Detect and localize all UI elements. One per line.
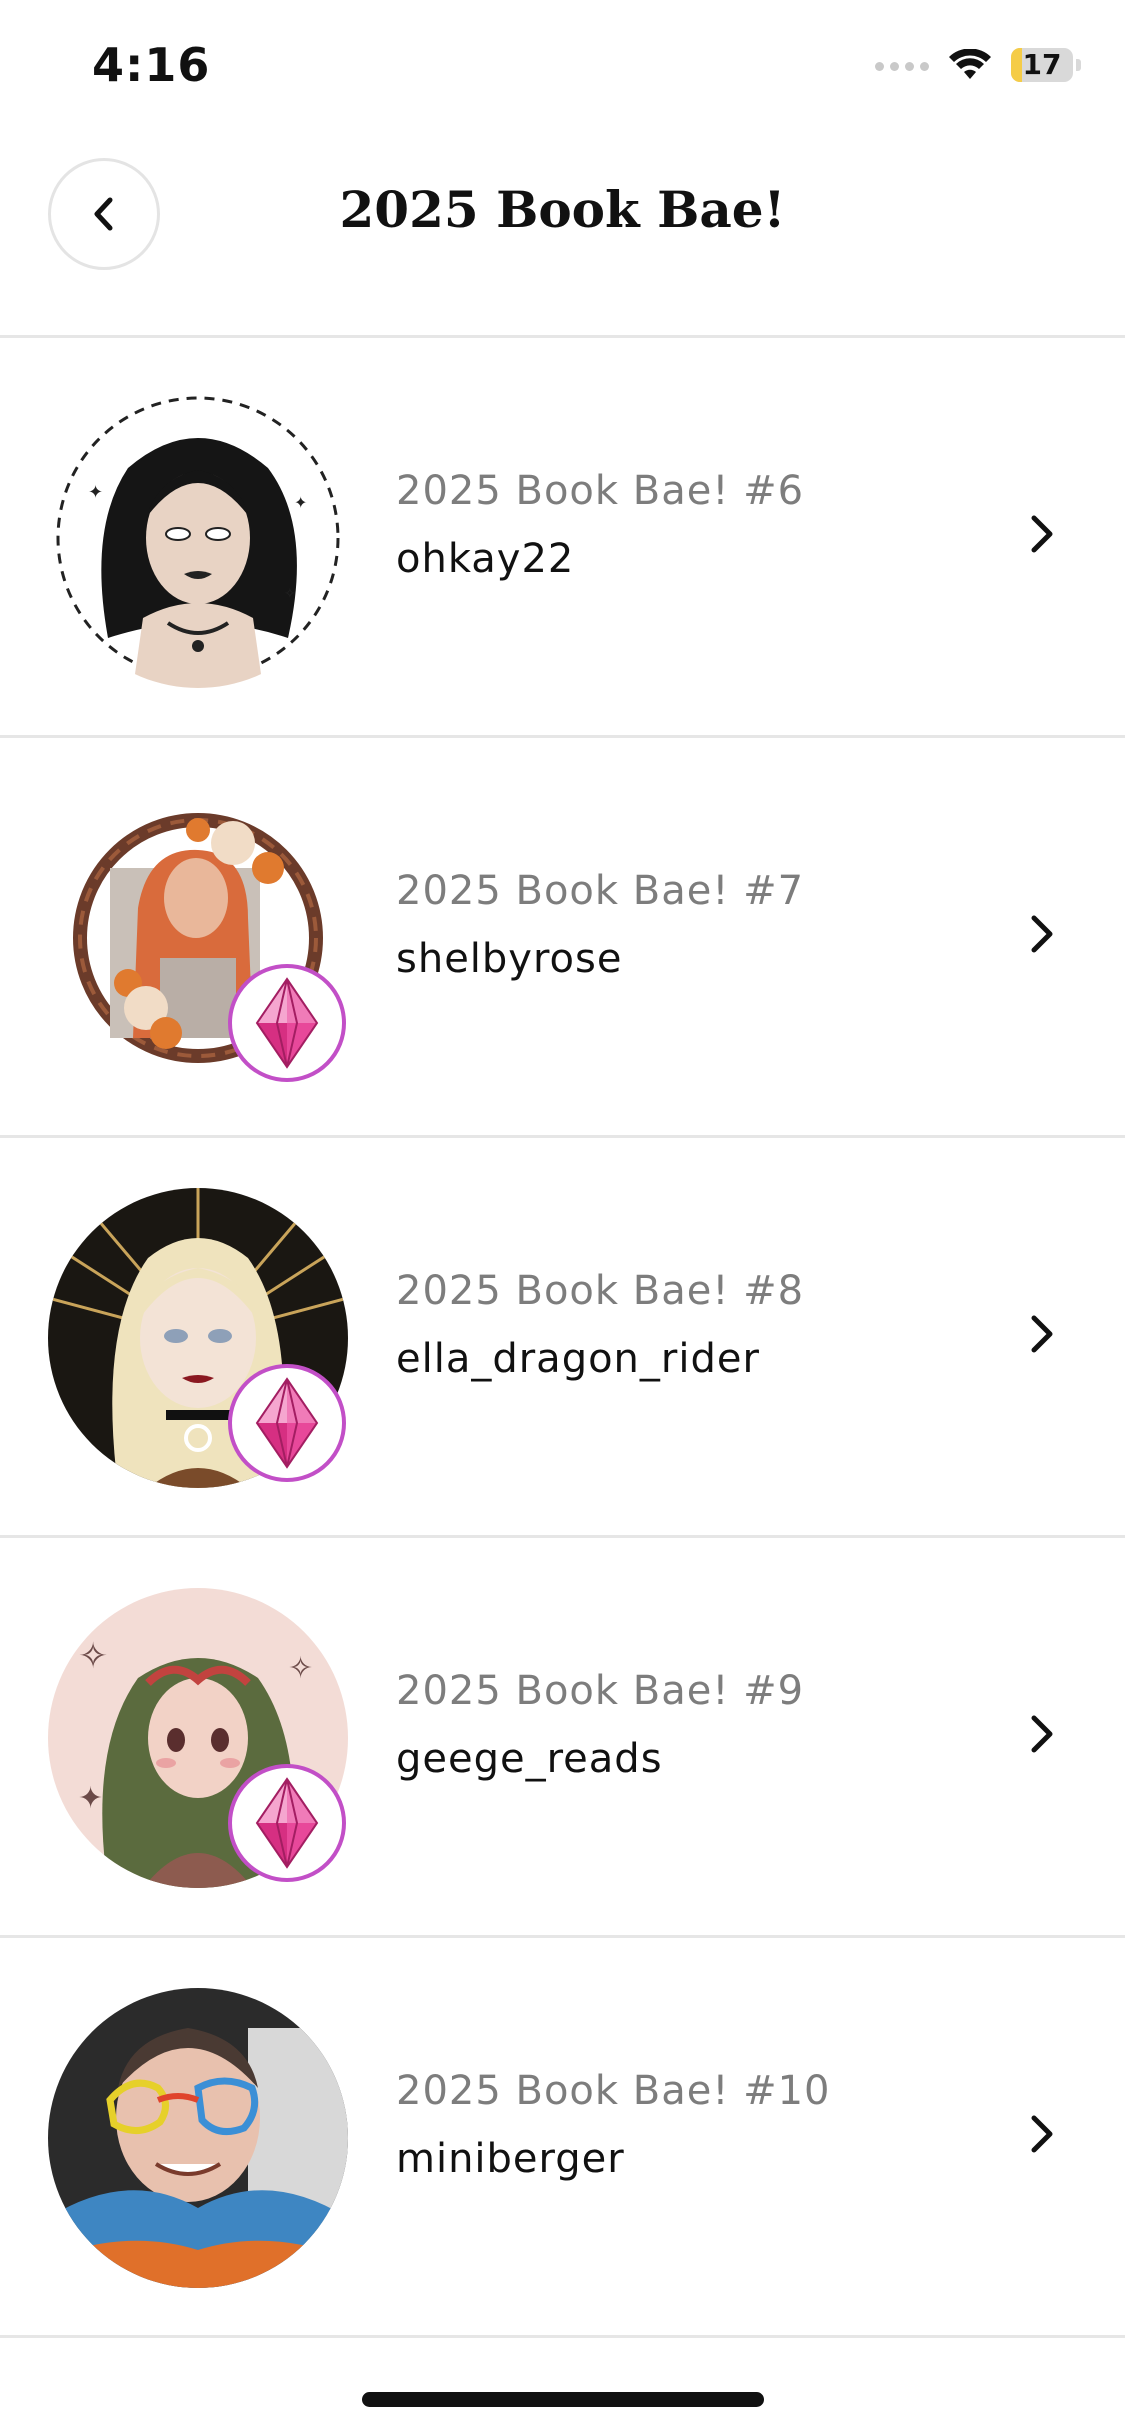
status-bar: 4:16 17 [0, 0, 1125, 130]
row-text: 2025 Book Bae! #9 geege_reads [396, 1668, 804, 1782]
svg-text:✦: ✦ [78, 1781, 103, 1816]
premium-badge [228, 964, 346, 1082]
cellular-signal-icon [875, 61, 929, 71]
status-indicators: 17 [875, 48, 1081, 84]
avatar [48, 1988, 348, 2288]
row-subtitle: 2025 Book Bae! #10 [396, 2068, 831, 2114]
page-title: 2025 Book Bae! [339, 180, 786, 239]
row-text: 2025 Book Bae! #6 ohkay22 [396, 468, 804, 582]
chevron-right-icon [1031, 2115, 1053, 2153]
navigation-header: 2025 Book Bae! [0, 130, 1125, 338]
row-username: miniberger [396, 2136, 625, 2182]
chevron-right-icon [1031, 1715, 1053, 1753]
avatar-container: ✧ ✧ ✦ [48, 1588, 348, 1888]
avatar-container: ✦ ✦ ✧ [48, 388, 348, 688]
row-username: ohkay22 [396, 536, 575, 582]
avatar-container [48, 1188, 348, 1488]
svg-text:✦: ✦ [294, 493, 307, 512]
chevron-right-icon [1031, 515, 1053, 553]
row-subtitle: 2025 Book Bae! #8 [396, 1268, 805, 1314]
svg-text:✧: ✧ [288, 1651, 313, 1686]
list-item[interactable]: 2025 Book Bae! #8 ella_dragon_rider [0, 1138, 1125, 1538]
status-time: 4:16 [92, 38, 211, 92]
row-text: 2025 Book Bae! #7 shelbyrose [396, 868, 804, 982]
list-item[interactable]: ✦ ✦ ✧ 2025 Book Bae! #6 ohkay22 [0, 338, 1125, 738]
row-subtitle: 2025 Book Bae! #6 [396, 468, 805, 514]
battery-percentage: 17 [1022, 48, 1062, 81]
avatar-container [48, 1988, 348, 2288]
row-username: geege_reads [396, 1736, 663, 1782]
row-subtitle: 2025 Book Bae! #9 [396, 1668, 805, 1714]
row-text: 2025 Book Bae! #10 miniberger [396, 2068, 831, 2182]
gem-icon [255, 1377, 319, 1469]
svg-text:✦: ✦ [88, 482, 103, 503]
svg-text:✧: ✧ [284, 586, 296, 602]
premium-badge [228, 1764, 346, 1882]
chevron-right-icon [1031, 915, 1053, 953]
wifi-icon [949, 49, 991, 79]
premium-badge [228, 1364, 346, 1482]
row-username: shelbyrose [396, 936, 623, 982]
row-username: ella_dragon_rider [396, 1336, 760, 1382]
list-item[interactable]: 2025 Book Bae! #10 miniberger [0, 1938, 1125, 2338]
list-item[interactable]: ✧ ✧ ✦ 2025 Book Bae! #9 geege_reads [0, 1538, 1125, 1938]
book-bae-list: ✦ ✦ ✧ 2025 Book Bae! #6 ohkay22 2025 Boo… [0, 338, 1125, 2338]
svg-text:✧: ✧ [78, 1636, 108, 1677]
gem-icon [255, 1777, 319, 1869]
gem-icon [255, 977, 319, 1069]
row-text: 2025 Book Bae! #8 ella_dragon_rider [396, 1268, 804, 1382]
battery-icon: 17 [1011, 48, 1081, 84]
home-indicator[interactable] [362, 2392, 764, 2407]
list-item[interactable]: 2025 Book Bae! #7 shelbyrose [0, 738, 1125, 1138]
avatar-container [48, 788, 348, 1088]
row-subtitle: 2025 Book Bae! #7 [396, 868, 805, 914]
chevron-right-icon [1031, 1315, 1053, 1353]
avatar: ✦ ✦ ✧ [48, 388, 348, 688]
